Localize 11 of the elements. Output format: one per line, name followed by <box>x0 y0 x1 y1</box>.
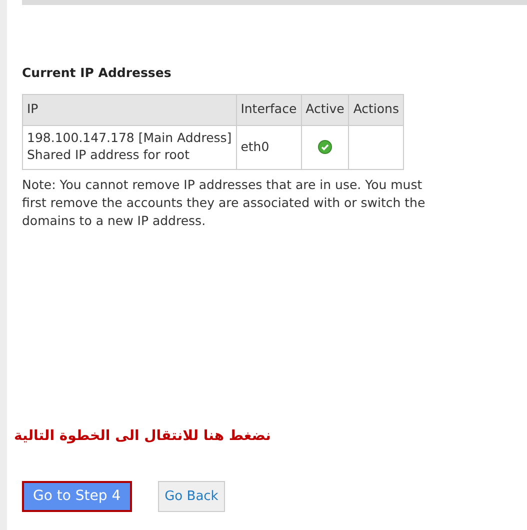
note-text: Note: You cannot remove IP addresses that are in use. You must first remove the accounts they are associated with or switch the domains to a new IP address. <box>22 176 426 230</box>
annotation-text: نضغط هنا للانتقال الى الخطوة التالية <box>14 427 271 446</box>
column-header: Active <box>301 94 349 126</box>
column-header: IP <box>22 94 236 126</box>
table-cell: 198.100.147.178 [Main Address] Shared IP address for root <box>22 125 236 170</box>
column-header: Interface <box>236 94 302 126</box>
next-step-button[interactable]: Go to Step 4 <box>22 481 132 512</box>
section-title: Current IP Addresses <box>22 64 172 82</box>
column-header: Actions <box>348 94 404 126</box>
table-cell: eth0 <box>236 125 302 170</box>
back-button[interactable]: Go Back <box>158 481 226 512</box>
